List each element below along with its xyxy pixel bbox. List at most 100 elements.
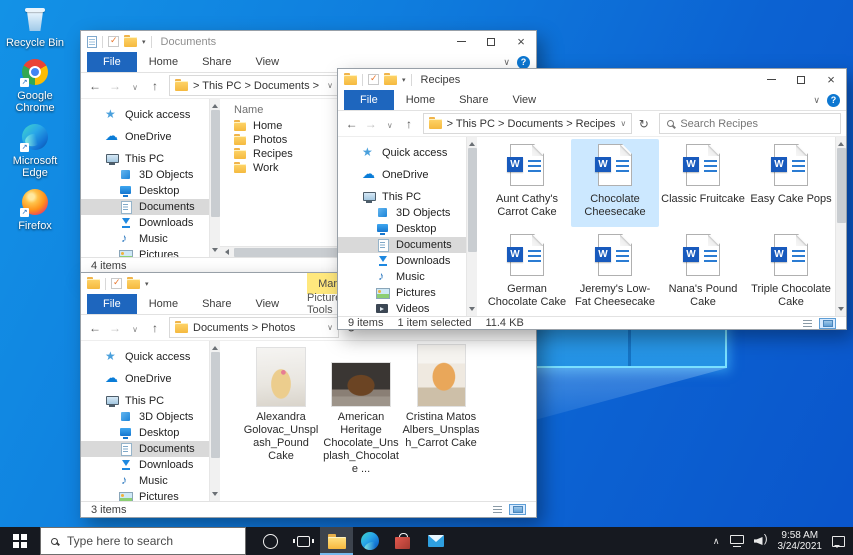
sidebar-item[interactable]: OneDrive — [81, 129, 209, 145]
edge-button[interactable] — [353, 527, 386, 555]
sidebar-item[interactable]: Desktop — [338, 221, 466, 237]
task-view-button[interactable] — [287, 527, 320, 555]
content-scrollbar[interactable] — [835, 137, 846, 316]
nav-scrollbar[interactable] — [209, 99, 220, 257]
tab-file[interactable]: File — [344, 90, 394, 110]
large-icons-view-button[interactable] — [819, 318, 836, 329]
sidebar-item[interactable]: Quick access — [81, 349, 209, 365]
sidebar-item[interactable]: Pictures — [81, 247, 209, 257]
qat-customize-caret-icon[interactable] — [142, 38, 146, 46]
desktop-icon[interactable]: Recycle Bin — [3, 4, 67, 49]
ribbon-tab[interactable]: Share — [190, 52, 243, 72]
qat-properties-icon[interactable] — [108, 36, 119, 47]
scroll-up-icon[interactable] — [469, 139, 475, 146]
minimize-button[interactable] — [446, 31, 476, 52]
back-button[interactable] — [86, 79, 104, 93]
word-file-tile[interactable]: W Aunt Cathy's Carrot Cake — [483, 139, 571, 227]
maximize-button[interactable] — [786, 69, 816, 90]
sidebar-item[interactable]: Downloads — [81, 215, 209, 231]
qat-new-folder-icon[interactable] — [127, 279, 140, 289]
tab-file[interactable]: File — [87, 52, 137, 72]
sidebar-item[interactable]: OneDrive — [81, 371, 209, 387]
sidebar-item[interactable]: Desktop — [81, 183, 209, 199]
collapse-ribbon-icon[interactable] — [503, 57, 510, 68]
desktop-icon[interactable]: Microsoft Edge — [3, 122, 67, 179]
taskbar-search[interactable]: Type here to search — [40, 527, 246, 555]
help-icon[interactable] — [827, 94, 840, 107]
recent-locations-icon[interactable] — [126, 79, 144, 93]
sidebar-item[interactable]: 3D Objects — [81, 409, 209, 425]
sidebar-item[interactable]: Documents — [81, 441, 209, 457]
sidebar-item[interactable]: OneDrive — [338, 167, 466, 183]
address-dropdown-icon[interactable] — [327, 323, 333, 332]
cortana-button[interactable] — [254, 527, 287, 555]
recent-locations-icon[interactable] — [126, 321, 144, 335]
recent-locations-icon[interactable] — [381, 117, 398, 131]
maximize-button[interactable] — [476, 31, 506, 52]
sidebar-item[interactable]: Videos — [338, 301, 466, 316]
word-file-tile[interactable]: W Easy Cake Pops — [747, 139, 835, 227]
sidebar-item[interactable]: Music — [338, 269, 466, 285]
address-box[interactable]: > This PC > Documents > — [169, 75, 339, 96]
sidebar-item[interactable]: Quick access — [338, 145, 466, 161]
scroll-up-icon[interactable] — [212, 343, 218, 350]
photo-file[interactable]: Cristina Matos Albers_Unsplash_Carrot Ca… — [402, 344, 480, 476]
help-icon[interactable] — [517, 56, 530, 69]
sidebar-item[interactable]: Downloads — [338, 253, 466, 269]
ribbon-tab[interactable]: Home — [137, 294, 190, 314]
scroll-down-icon[interactable] — [212, 248, 218, 255]
forward-button[interactable] — [106, 321, 124, 335]
network-icon[interactable] — [730, 535, 744, 547]
qat-new-folder-icon[interactable] — [124, 37, 137, 47]
address-box[interactable]: > This PC > Documents > Recipes — [423, 113, 633, 134]
word-file-tile[interactable]: W German Chocolate Cake — [483, 229, 571, 316]
ribbon-tab[interactable]: View — [500, 90, 548, 110]
ribbon-tab[interactable]: Home — [137, 52, 190, 72]
nav-scrollbar[interactable] — [466, 137, 477, 316]
photo-file[interactable]: Alexandra Golovac_Unsplash_Pound Cake — [242, 344, 320, 476]
action-center-icon[interactable] — [832, 536, 845, 547]
qat-customize-caret-icon[interactable] — [145, 280, 149, 288]
forward-button[interactable] — [362, 117, 379, 131]
file-explorer-button[interactable] — [320, 527, 353, 555]
ribbon-tab[interactable]: Share — [447, 90, 500, 110]
sidebar-item[interactable]: Quick access — [81, 107, 209, 123]
breadcrumb[interactable]: > This PC > Documents > — [193, 80, 319, 92]
ribbon-tab[interactable]: View — [243, 52, 291, 72]
sidebar-item[interactable]: This PC — [338, 189, 466, 205]
hidden-icons-chevron-icon[interactable] — [713, 536, 720, 547]
store-button[interactable] — [386, 527, 419, 555]
collapse-ribbon-icon[interactable] — [813, 95, 820, 106]
large-icons-view-button[interactable] — [509, 504, 526, 515]
scroll-down-icon[interactable] — [469, 307, 475, 314]
scroll-up-icon[interactable] — [212, 101, 218, 108]
titlebar[interactable]: Documents — [81, 31, 536, 52]
breadcrumb[interactable]: > This PC > Documents > Recipes — [447, 118, 616, 130]
word-file-tile[interactable]: W Nana's Pound Cake — [659, 229, 747, 316]
details-view-button[interactable] — [489, 504, 506, 515]
minimize-button[interactable] — [756, 69, 786, 90]
sidebar-item[interactable]: Documents — [338, 237, 466, 253]
up-button[interactable] — [146, 321, 164, 335]
titlebar[interactable]: Recipes — [338, 69, 846, 90]
photo-file[interactable]: American Heritage Chocolate_Unsplash_Cho… — [322, 344, 400, 476]
close-button[interactable] — [816, 69, 846, 90]
scroll-down-icon[interactable] — [212, 492, 218, 499]
address-dropdown-icon[interactable] — [327, 81, 333, 90]
forward-button[interactable] — [106, 79, 124, 93]
scroll-thumb[interactable] — [211, 352, 220, 458]
search-box[interactable]: Search Recipes — [659, 113, 841, 134]
mail-button[interactable] — [419, 527, 452, 555]
sidebar-item[interactable]: This PC — [81, 393, 209, 409]
back-button[interactable] — [343, 117, 360, 131]
close-button[interactable] — [506, 31, 536, 52]
scroll-down-icon[interactable] — [838, 307, 844, 314]
desktop-icon[interactable]: Google Chrome — [3, 57, 67, 114]
back-button[interactable] — [86, 321, 104, 335]
qat-properties-icon[interactable] — [111, 278, 122, 289]
up-button[interactable] — [400, 117, 417, 131]
breadcrumb[interactable]: Documents > Photos — [193, 322, 295, 334]
qat-properties-icon[interactable] — [368, 74, 379, 85]
word-file-tile[interactable]: W Chocolate Cheesecake — [571, 139, 659, 227]
ribbon-tab[interactable]: Home — [394, 90, 447, 110]
